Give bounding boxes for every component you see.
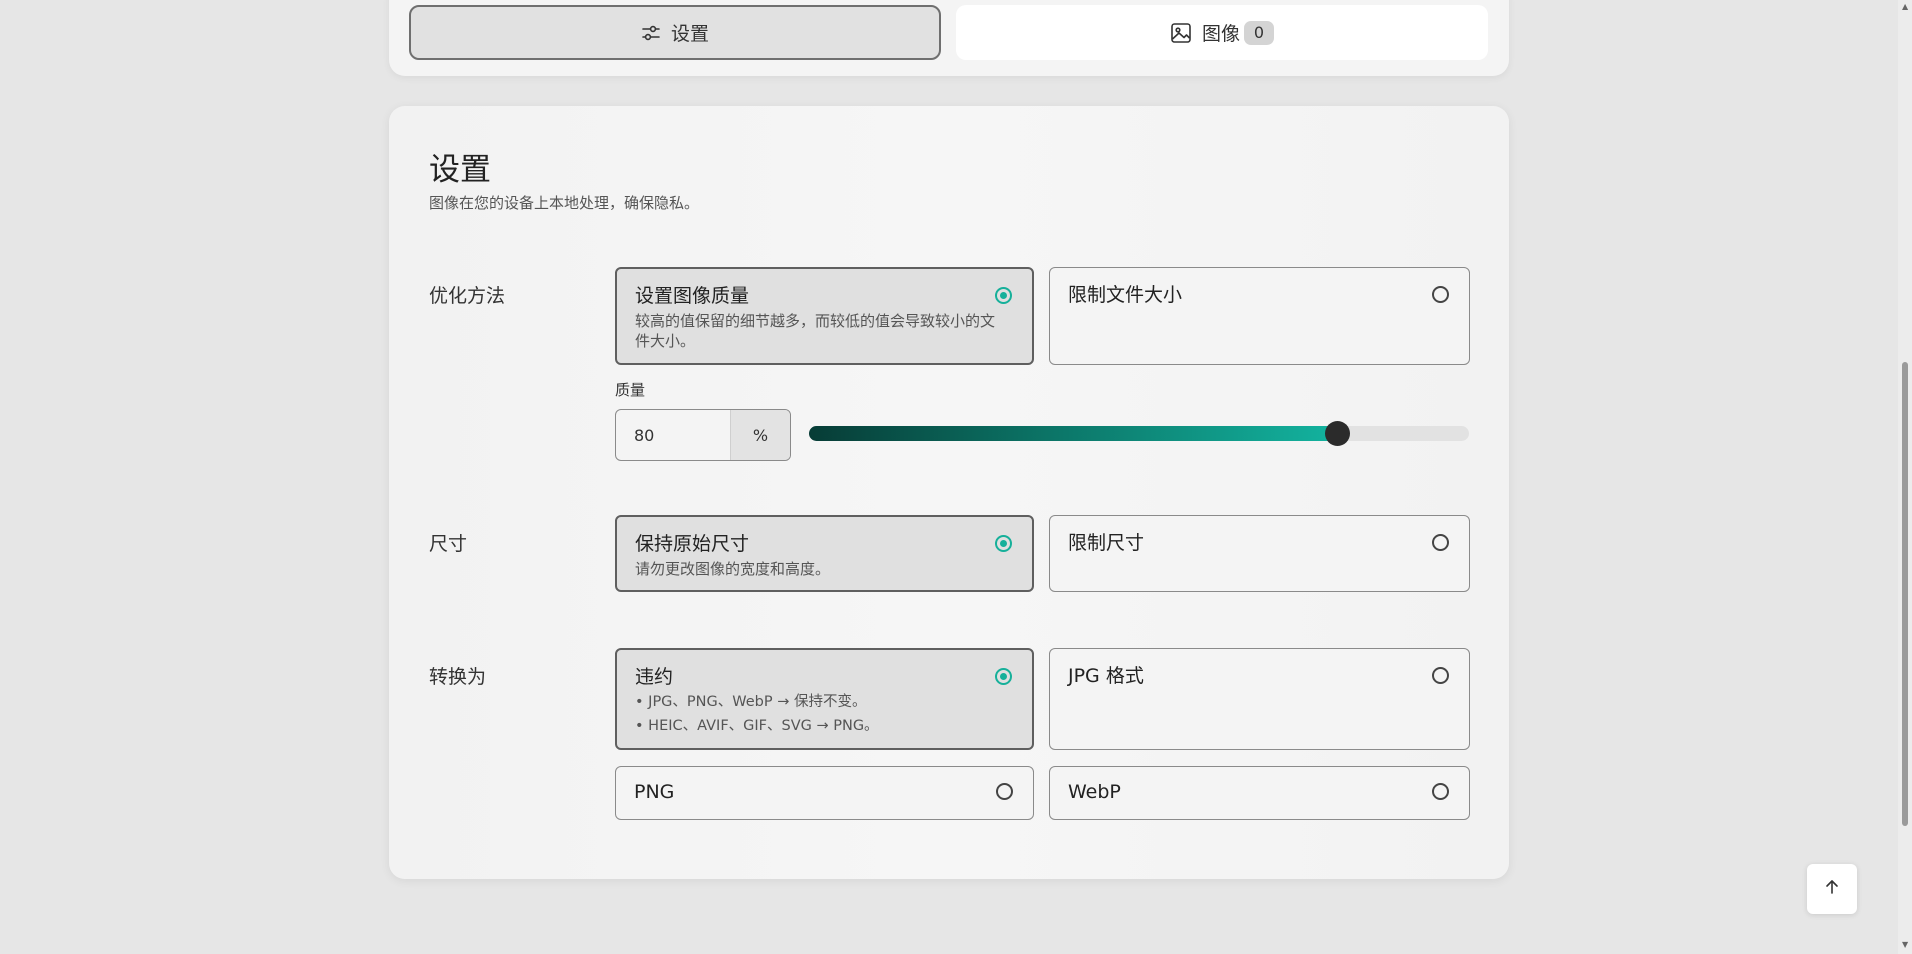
image-count-badge: 0 — [1244, 20, 1274, 45]
option-description: 请勿更改图像的宽度和高度。 — [635, 560, 831, 578]
radio-selected-icon[interactable] — [995, 668, 1012, 685]
quality-slider[interactable] — [809, 421, 1469, 446]
tab-images[interactable]: 图像 0 — [956, 5, 1488, 60]
radio-icon[interactable] — [1432, 286, 1449, 303]
size-label: 尺寸 — [429, 533, 468, 555]
page-scrollbar[interactable]: ▲ ▼ — [1898, 0, 1912, 954]
radio-icon[interactable] — [1432, 534, 1449, 551]
option-jpg-format[interactable]: JPG 格式 — [1049, 648, 1470, 750]
option-png-format[interactable]: PNG — [615, 766, 1034, 820]
quality-input[interactable]: 80 % — [615, 409, 791, 461]
radio-icon[interactable] — [1432, 783, 1449, 800]
option-set-quality[interactable]: 设置图像质量 较高的值保留的细节越多，而较低的值会导致较小的文件大小。 — [615, 267, 1034, 365]
option-title: 保持原始尺寸 — [635, 533, 750, 555]
option-title: 违约 — [635, 666, 674, 688]
sliders-icon — [641, 23, 661, 43]
convert-to-label: 转换为 — [429, 666, 487, 688]
option-title: PNG — [634, 781, 675, 803]
tab-settings[interactable]: 设置 — [409, 5, 941, 60]
scrollbar-thumb[interactable] — [1902, 362, 1908, 826]
option-title: JPG 格式 — [1068, 665, 1144, 687]
option-description-line: • HEIC、AVIF、GIF、SVG → PNG。 — [635, 718, 879, 734]
option-description: 较高的值保留的细节越多，而较低的值会导致较小的文件大小。 — [635, 312, 996, 350]
optimization-method-label: 优化方法 — [429, 285, 506, 307]
quality-slider-fill — [809, 426, 1337, 441]
quality-value[interactable]: 80 — [616, 410, 730, 460]
scroll-up-icon[interactable]: ▲ — [1902, 2, 1908, 11]
scroll-down-icon[interactable]: ▼ — [1902, 940, 1908, 949]
radio-selected-icon[interactable] — [995, 287, 1012, 304]
option-default-format[interactable]: 违约 • JPG、PNG、WebP → 保持不变。 • HEIC、AVIF、GI… — [615, 648, 1034, 750]
option-title: 限制文件大小 — [1068, 284, 1183, 306]
tab-images-label: 图像 — [1201, 23, 1240, 45]
tab-settings-label: 设置 — [670, 23, 709, 45]
option-title: 设置图像质量 — [635, 285, 750, 307]
option-limit-file-size[interactable]: 限制文件大小 — [1049, 267, 1470, 365]
option-keep-original-size[interactable]: 保持原始尺寸 请勿更改图像的宽度和高度。 — [615, 515, 1034, 592]
option-title: WebP — [1068, 781, 1121, 803]
settings-panel: 设置 图像在您的设备上本地处理，确保隐私。 优化方法 设置图像质量 较高的值保留… — [389, 106, 1509, 879]
tab-bar: 设置 图像 0 — [389, 0, 1509, 76]
option-description-line: • JPG、PNG、WebP → 保持不变。 — [635, 694, 867, 710]
settings-description: 图像在您的设备上本地处理，确保隐私。 — [429, 194, 700, 212]
quality-slider-thumb[interactable] — [1325, 421, 1350, 446]
option-limit-size[interactable]: 限制尺寸 — [1049, 515, 1470, 592]
image-icon — [1170, 22, 1192, 44]
radio-selected-icon[interactable] — [995, 535, 1012, 552]
option-title: 限制尺寸 — [1068, 532, 1145, 554]
radio-icon[interactable] — [1432, 667, 1449, 684]
arrow-up-icon — [1823, 878, 1841, 900]
settings-title: 设置 — [429, 152, 491, 188]
quality-label: 质量 — [615, 381, 646, 399]
option-webp-format[interactable]: WebP — [1049, 766, 1470, 820]
radio-icon[interactable] — [996, 783, 1013, 800]
quality-unit: % — [730, 410, 790, 460]
back-to-top-button[interactable] — [1807, 864, 1857, 914]
